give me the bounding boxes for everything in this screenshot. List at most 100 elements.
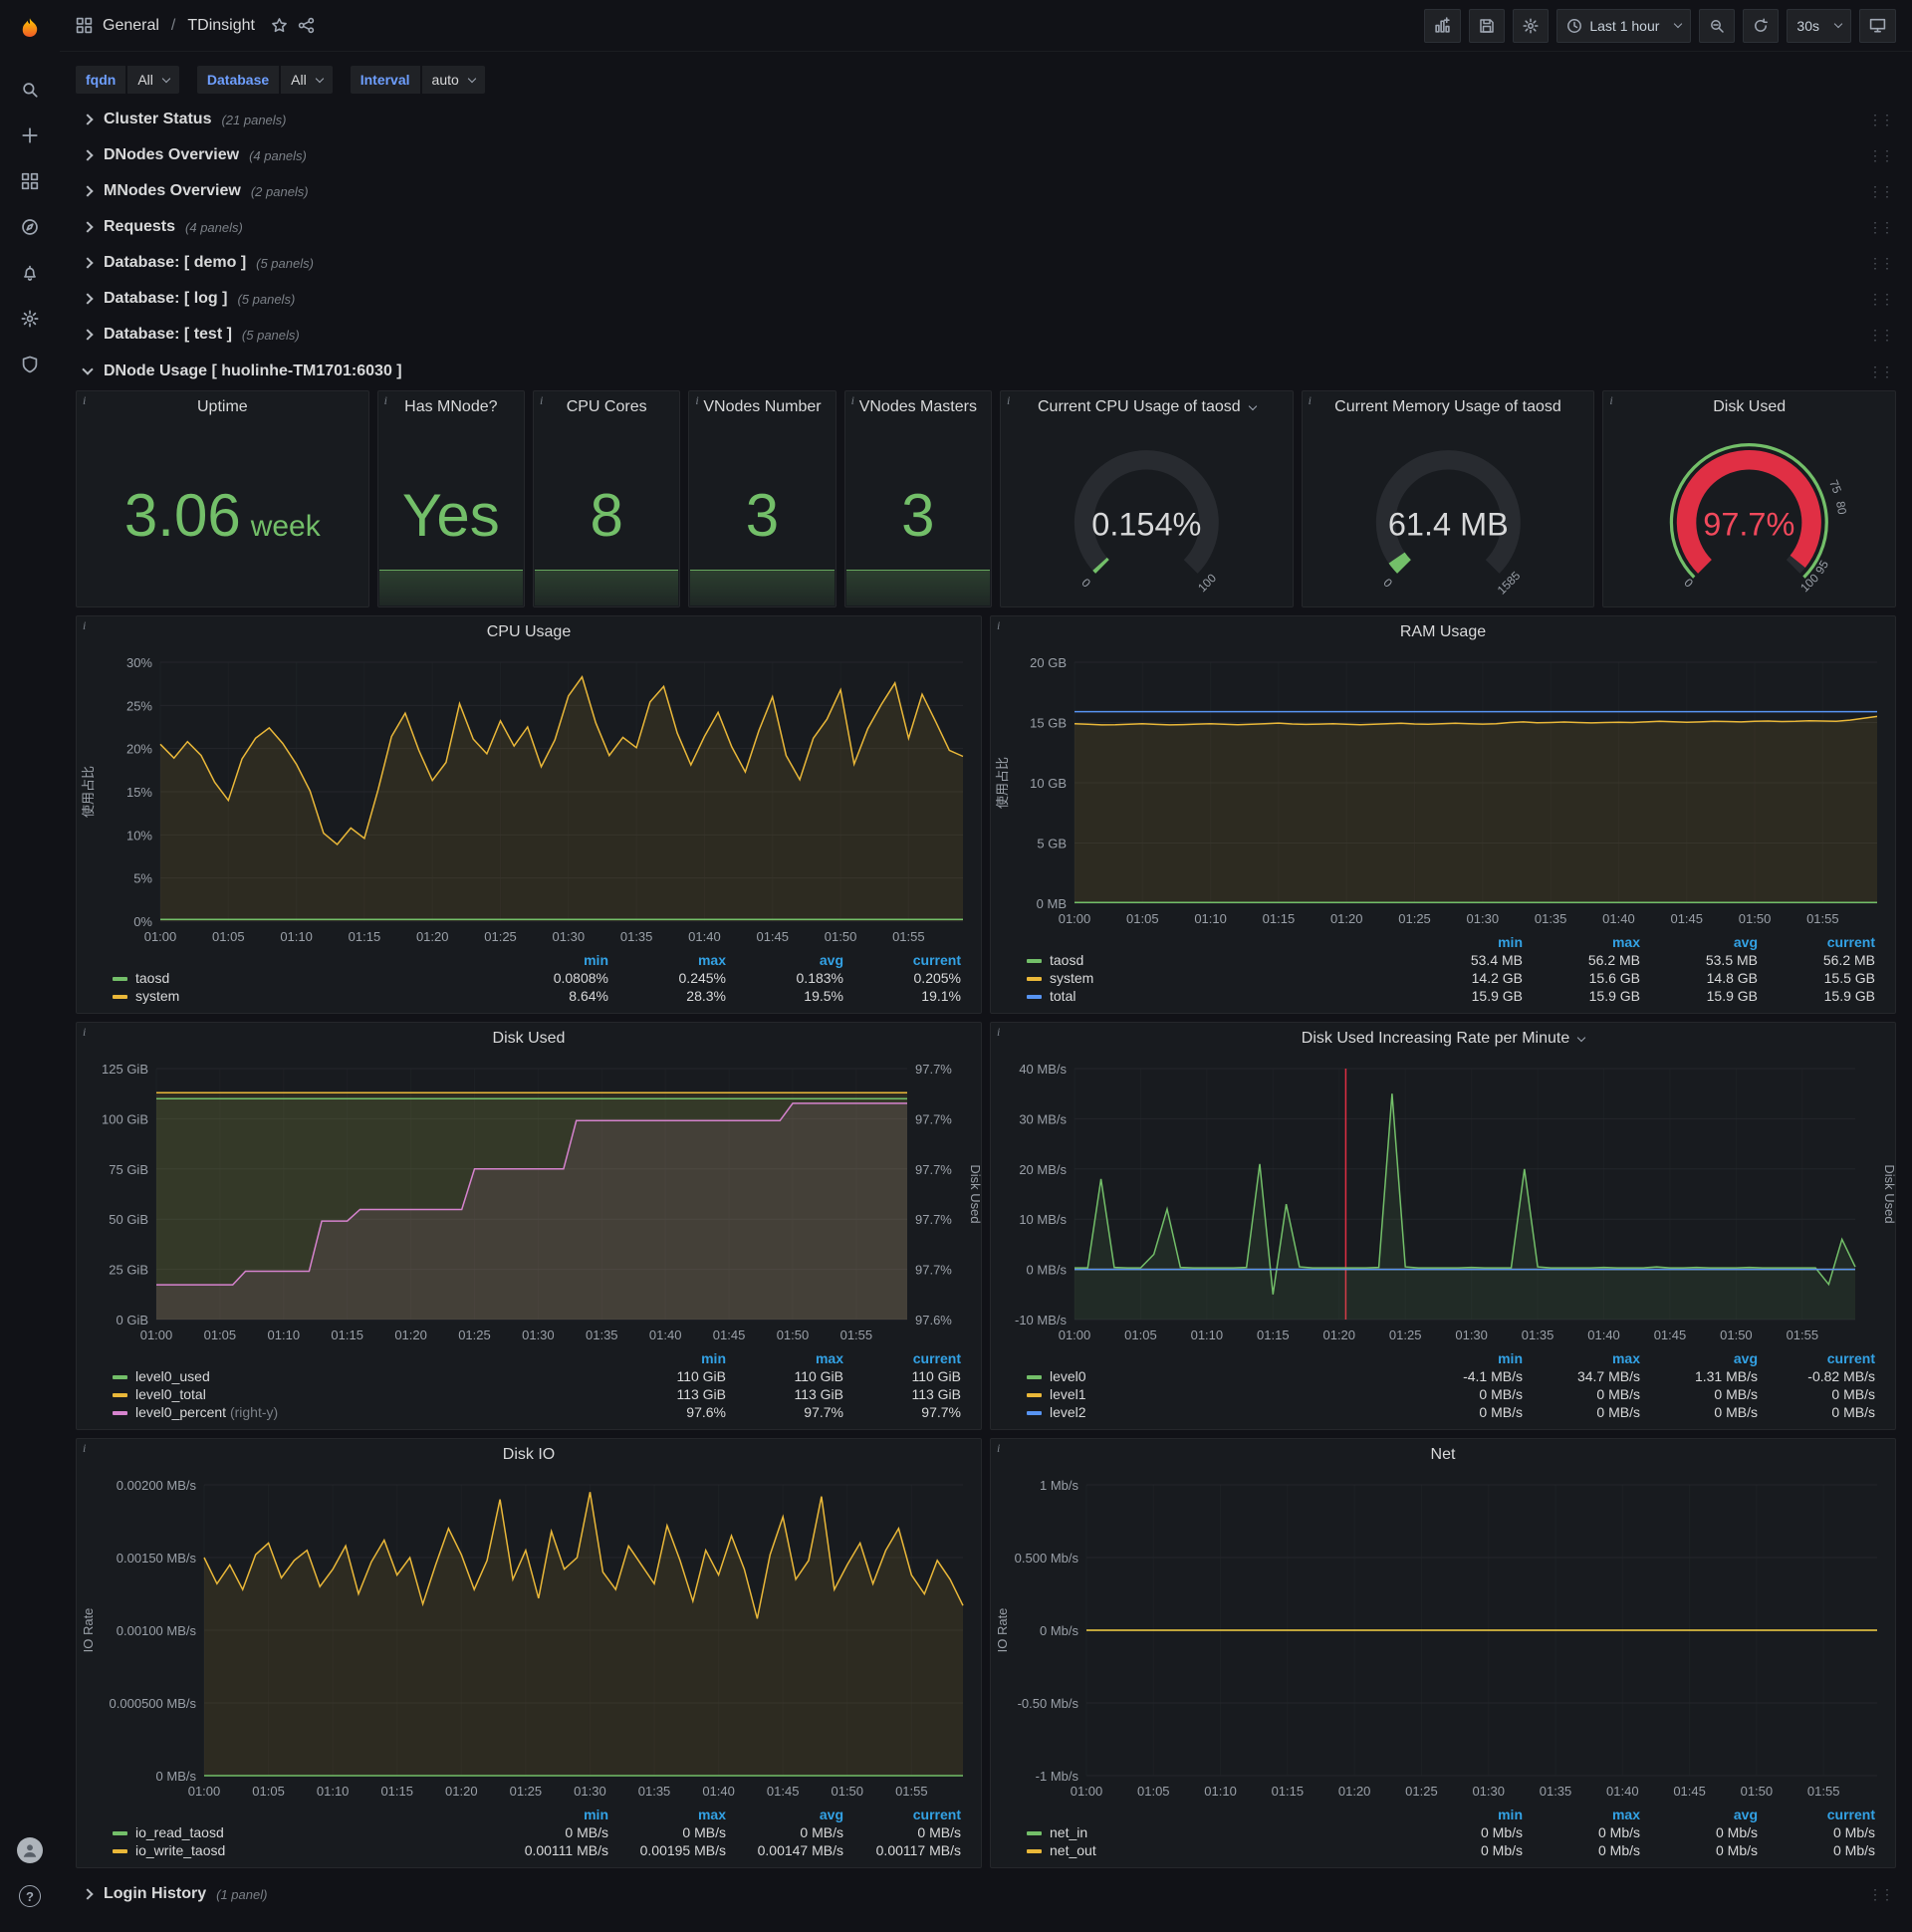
legend-series-level0_total[interactable]: level0_total	[107, 1385, 614, 1403]
sidebar-item-configuration[interactable]	[10, 299, 50, 339]
legend-col-avg[interactable]: avg	[1646, 1349, 1764, 1367]
sidebar-item-dashboards[interactable]	[10, 161, 50, 201]
panel-title[interactable]: Disk IO	[77, 1439, 981, 1471]
row-drag-handle[interactable]: ⋮⋮	[1868, 112, 1894, 128]
row-login-history[interactable]: Login History (1 panel) ⋮⋮	[76, 1876, 1896, 1912]
legend-series-taosd[interactable]: taosd	[1021, 951, 1411, 969]
legend-col-min[interactable]: min	[497, 1806, 614, 1823]
cpu-usage-chart[interactable]: 01:00 01:05 01:10 01:15 01:20 01:25 01:30 01:35…	[77, 648, 981, 951]
row-drag-handle[interactable]: ⋮⋮	[1868, 291, 1894, 308]
legend-col-current[interactable]: current	[1764, 1349, 1881, 1367]
variable-value-dropdown[interactable]: All	[281, 66, 333, 94]
legend-col-avg[interactable]: avg	[732, 951, 849, 969]
variable-value-dropdown[interactable]: All	[127, 66, 179, 94]
chart-svg-cpu_usage[interactable]: 01:00 01:05 01:10 01:15 01:20 01:25 01:30 01:35…	[77, 648, 981, 951]
panel-title[interactable]: Current CPU Usage of taosd	[1001, 391, 1293, 423]
panel-title[interactable]: RAM Usage	[991, 616, 1895, 648]
legend-series-io_write_taosd[interactable]: io_write_taosd	[107, 1841, 497, 1859]
disk-used-chart[interactable]: 01:00 01:05 01:10 01:15 01:20 01:25 01:30 01:35…	[77, 1055, 981, 1349]
panel-info-icon[interactable]: i	[384, 393, 387, 408]
ram-usage-chart[interactable]: 01:00 01:05 01:10 01:15 01:20 01:25 01:30 01:35…	[991, 648, 1895, 933]
chart-svg-ram_usage[interactable]: 01:00 01:05 01:10 01:15 01:20 01:25 01:30 01:35…	[991, 648, 1895, 933]
legend-series-total[interactable]: total	[1021, 987, 1411, 1005]
legend-col-min[interactable]: min	[614, 1349, 732, 1367]
sidebar-item-alerting[interactable]	[10, 253, 50, 293]
legend-col-avg[interactable]: avg	[1646, 1806, 1764, 1823]
row-dnode-usage[interactable]: DNode Usage [ huolinhe-TM1701:6030 ] ⋮⋮	[76, 353, 1896, 390]
legend-col-min[interactable]: min	[497, 951, 614, 969]
panel-title[interactable]: CPU Cores	[534, 391, 679, 423]
panel-info-icon[interactable]: i	[997, 1025, 1000, 1040]
panel-info-icon[interactable]: i	[695, 393, 698, 408]
legend-series-level0_used[interactable]: level0_used	[107, 1367, 614, 1385]
panel-info-icon[interactable]: i	[1309, 393, 1312, 408]
legend-col-current[interactable]: current	[1764, 1806, 1881, 1823]
row-drag-handle[interactable]: ⋮⋮	[1868, 363, 1894, 380]
row-drag-handle[interactable]: ⋮⋮	[1868, 327, 1894, 344]
sidebar-item-profile[interactable]	[10, 1830, 50, 1870]
chart-svg-disk_rate[interactable]: 01:00 01:05 01:10 01:15 01:20 01:25 01:30 01:35…	[991, 1055, 1895, 1349]
panel-info-icon[interactable]: i	[83, 1441, 86, 1456]
panel-title[interactable]: Uptime	[77, 391, 368, 423]
share-icon[interactable]	[298, 17, 315, 34]
sidebar-item-server-admin[interactable]	[10, 345, 50, 384]
panel-info-icon[interactable]: i	[851, 393, 854, 408]
variable-fqdn[interactable]: fqdn All	[76, 66, 179, 94]
panel-info-icon[interactable]: i	[83, 1025, 86, 1040]
sidebar-item-help[interactable]: ?	[10, 1876, 50, 1916]
panel-title[interactable]: VNodes Masters	[845, 391, 991, 423]
chart-svg-net[interactable]: 01:00 01:05 01:10 01:15 01:20 01:25 01:30 01:35…	[991, 1471, 1895, 1806]
legend-series-system[interactable]: system	[107, 987, 497, 1005]
panel-title[interactable]: Disk Used	[77, 1023, 981, 1055]
panel-title[interactable]: Net	[991, 1439, 1895, 1471]
row-drag-handle[interactable]: ⋮⋮	[1868, 219, 1894, 236]
panel-title[interactable]: Disk Used	[1603, 391, 1895, 423]
legend-series-io_read_taosd[interactable]: io_read_taosd	[107, 1823, 497, 1841]
sidebar-item-search[interactable]	[10, 70, 50, 110]
legend-col-max[interactable]: max	[1529, 933, 1646, 951]
variable-value-dropdown[interactable]: auto	[421, 66, 485, 94]
panel-info-icon[interactable]: i	[997, 1441, 1000, 1456]
zoom-out-time-button[interactable]	[1699, 8, 1736, 43]
disk-rate-chart[interactable]: 01:00 01:05 01:10 01:15 01:20 01:25 01:30 01:35…	[991, 1055, 1895, 1349]
legend-series-system[interactable]: system	[1021, 969, 1411, 987]
panel-title[interactable]: CPU Usage	[77, 616, 981, 648]
row-database-demo[interactable]: Database: [ demo ] (5 panels) ⋮⋮	[76, 245, 1896, 281]
legend-col-max[interactable]: max	[614, 1806, 732, 1823]
legend-col-max[interactable]: max	[1529, 1349, 1646, 1367]
panel-title[interactable]: Has MNode?	[378, 391, 524, 423]
panel-title[interactable]: Current Memory Usage of taosd	[1303, 391, 1594, 423]
panel-info-icon[interactable]: i	[997, 618, 1000, 633]
legend-col-current[interactable]: current	[849, 1806, 967, 1823]
legend-col-min[interactable]: min	[1411, 1806, 1529, 1823]
row-dnodes-overview[interactable]: DNodes Overview (4 panels) ⋮⋮	[76, 137, 1896, 173]
row-drag-handle[interactable]: ⋮⋮	[1868, 183, 1894, 200]
legend-series-net_out[interactable]: net_out	[1021, 1841, 1411, 1859]
legend-col-min[interactable]: min	[1411, 933, 1529, 951]
row-database-test[interactable]: Database: [ test ] (5 panels) ⋮⋮	[76, 317, 1896, 353]
legend-series-level0[interactable]: level0	[1021, 1367, 1411, 1385]
refresh-interval-picker[interactable]: 30s	[1787, 8, 1851, 43]
panel-title[interactable]: Disk Used Increasing Rate per Minute	[991, 1023, 1895, 1055]
sidebar-item-create[interactable]	[10, 116, 50, 155]
legend-col-max[interactable]: max	[1529, 1806, 1646, 1823]
legend-col-avg[interactable]: avg	[732, 1806, 849, 1823]
net-chart[interactable]: 01:00 01:05 01:10 01:15 01:20 01:25 01:30 01:35…	[991, 1471, 1895, 1806]
chart-svg-disk_io[interactable]: 01:00 01:05 01:10 01:15 01:20 01:25 01:30 01:35…	[77, 1471, 981, 1806]
page-title[interactable]: TDinsight	[187, 17, 255, 35]
grafana-logo[interactable]	[10, 10, 50, 50]
chart-svg-disk_used[interactable]: 01:00 01:05 01:10 01:15 01:20 01:25 01:30 01:35…	[77, 1055, 981, 1349]
row-drag-handle[interactable]: ⋮⋮	[1868, 1886, 1894, 1903]
save-dashboard-button[interactable]	[1469, 8, 1506, 43]
legend-col-current[interactable]: current	[849, 951, 967, 969]
legend-col-current[interactable]: current	[1764, 933, 1881, 951]
legend-col-current[interactable]: current	[849, 1349, 967, 1367]
panel-info-icon[interactable]: i	[1007, 393, 1010, 408]
legend-series-level1[interactable]: level1	[1021, 1385, 1411, 1403]
row-cluster-status[interactable]: Cluster Status (21 panels) ⋮⋮	[76, 102, 1896, 137]
panel-title[interactable]: VNodes Number	[689, 391, 835, 423]
kiosk-mode-button[interactable]	[1859, 8, 1896, 43]
panel-info-icon[interactable]: i	[540, 393, 543, 408]
legend-series-net_in[interactable]: net_in	[1021, 1823, 1411, 1841]
breadcrumb-folder[interactable]: General	[103, 17, 159, 35]
